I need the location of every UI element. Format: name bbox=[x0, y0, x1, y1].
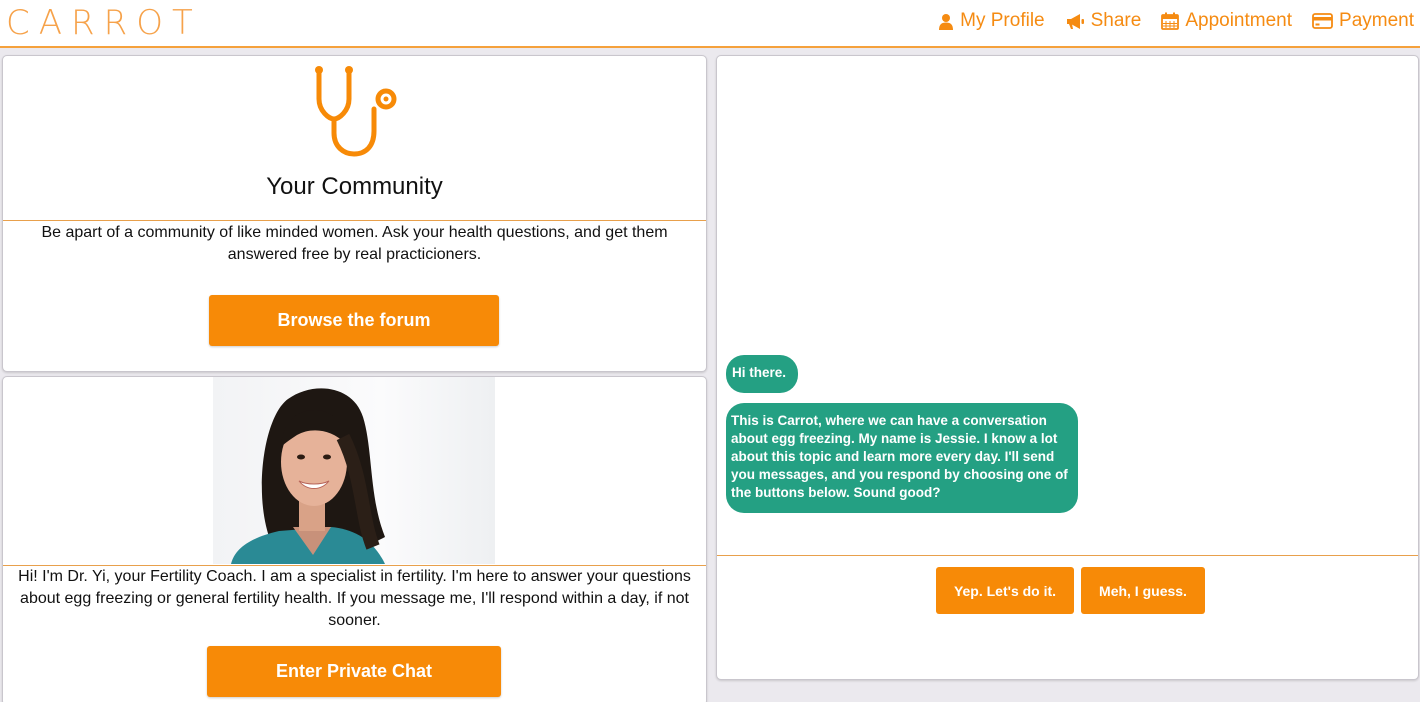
community-description: Be apart of a community of like minded w… bbox=[41, 224, 668, 263]
reply-yes-button[interactable]: Yep. Let's do it. bbox=[936, 567, 1074, 614]
enter-private-chat-button[interactable]: Enter Private Chat bbox=[207, 646, 501, 697]
credit-card-icon bbox=[1312, 13, 1333, 29]
top-navigation-bar: CARROT My Profile Share Appointment Paym… bbox=[0, 0, 1420, 48]
nav-label: Share bbox=[1090, 10, 1142, 31]
chat-message: This is Carrot, where we can have a conv… bbox=[726, 403, 1078, 513]
main-nav: My Profile Share Appointment Payment bbox=[938, 10, 1414, 32]
nav-label: Payment bbox=[1339, 10, 1414, 31]
reply-meh-button[interactable]: Meh, I guess. bbox=[1081, 567, 1205, 614]
nav-label: My Profile bbox=[960, 10, 1045, 31]
nav-label: Appointment bbox=[1185, 10, 1293, 31]
carrot-logo[interactable]: CARROT bbox=[6, 3, 202, 43]
browse-forum-button[interactable]: Browse the forum bbox=[209, 295, 499, 346]
coach-description: Hi! I'm Dr. Yi, your Fertility Coach. I … bbox=[18, 568, 691, 629]
nav-my-profile[interactable]: My Profile bbox=[938, 10, 1045, 32]
nav-appointment[interactable]: Appointment bbox=[1161, 10, 1292, 32]
nav-payment[interactable]: Payment bbox=[1312, 10, 1414, 32]
calendar-icon bbox=[1161, 12, 1180, 30]
divider bbox=[717, 555, 1418, 556]
chat-message: Hi there. bbox=[726, 355, 798, 393]
chat-panel: Hi there. This is Carrot, where we can h… bbox=[716, 55, 1419, 680]
user-icon bbox=[938, 13, 954, 30]
community-title: Your Community bbox=[266, 173, 443, 200]
doctor-portrait bbox=[213, 377, 495, 564]
nav-share[interactable]: Share bbox=[1065, 10, 1142, 32]
divider bbox=[3, 220, 706, 221]
fertility-coach-card: Hi! I'm Dr. Yi, your Fertility Coach. I … bbox=[2, 376, 707, 702]
community-card: Your Community Be apart of a community o… bbox=[2, 55, 707, 372]
megaphone-icon bbox=[1065, 13, 1085, 30]
